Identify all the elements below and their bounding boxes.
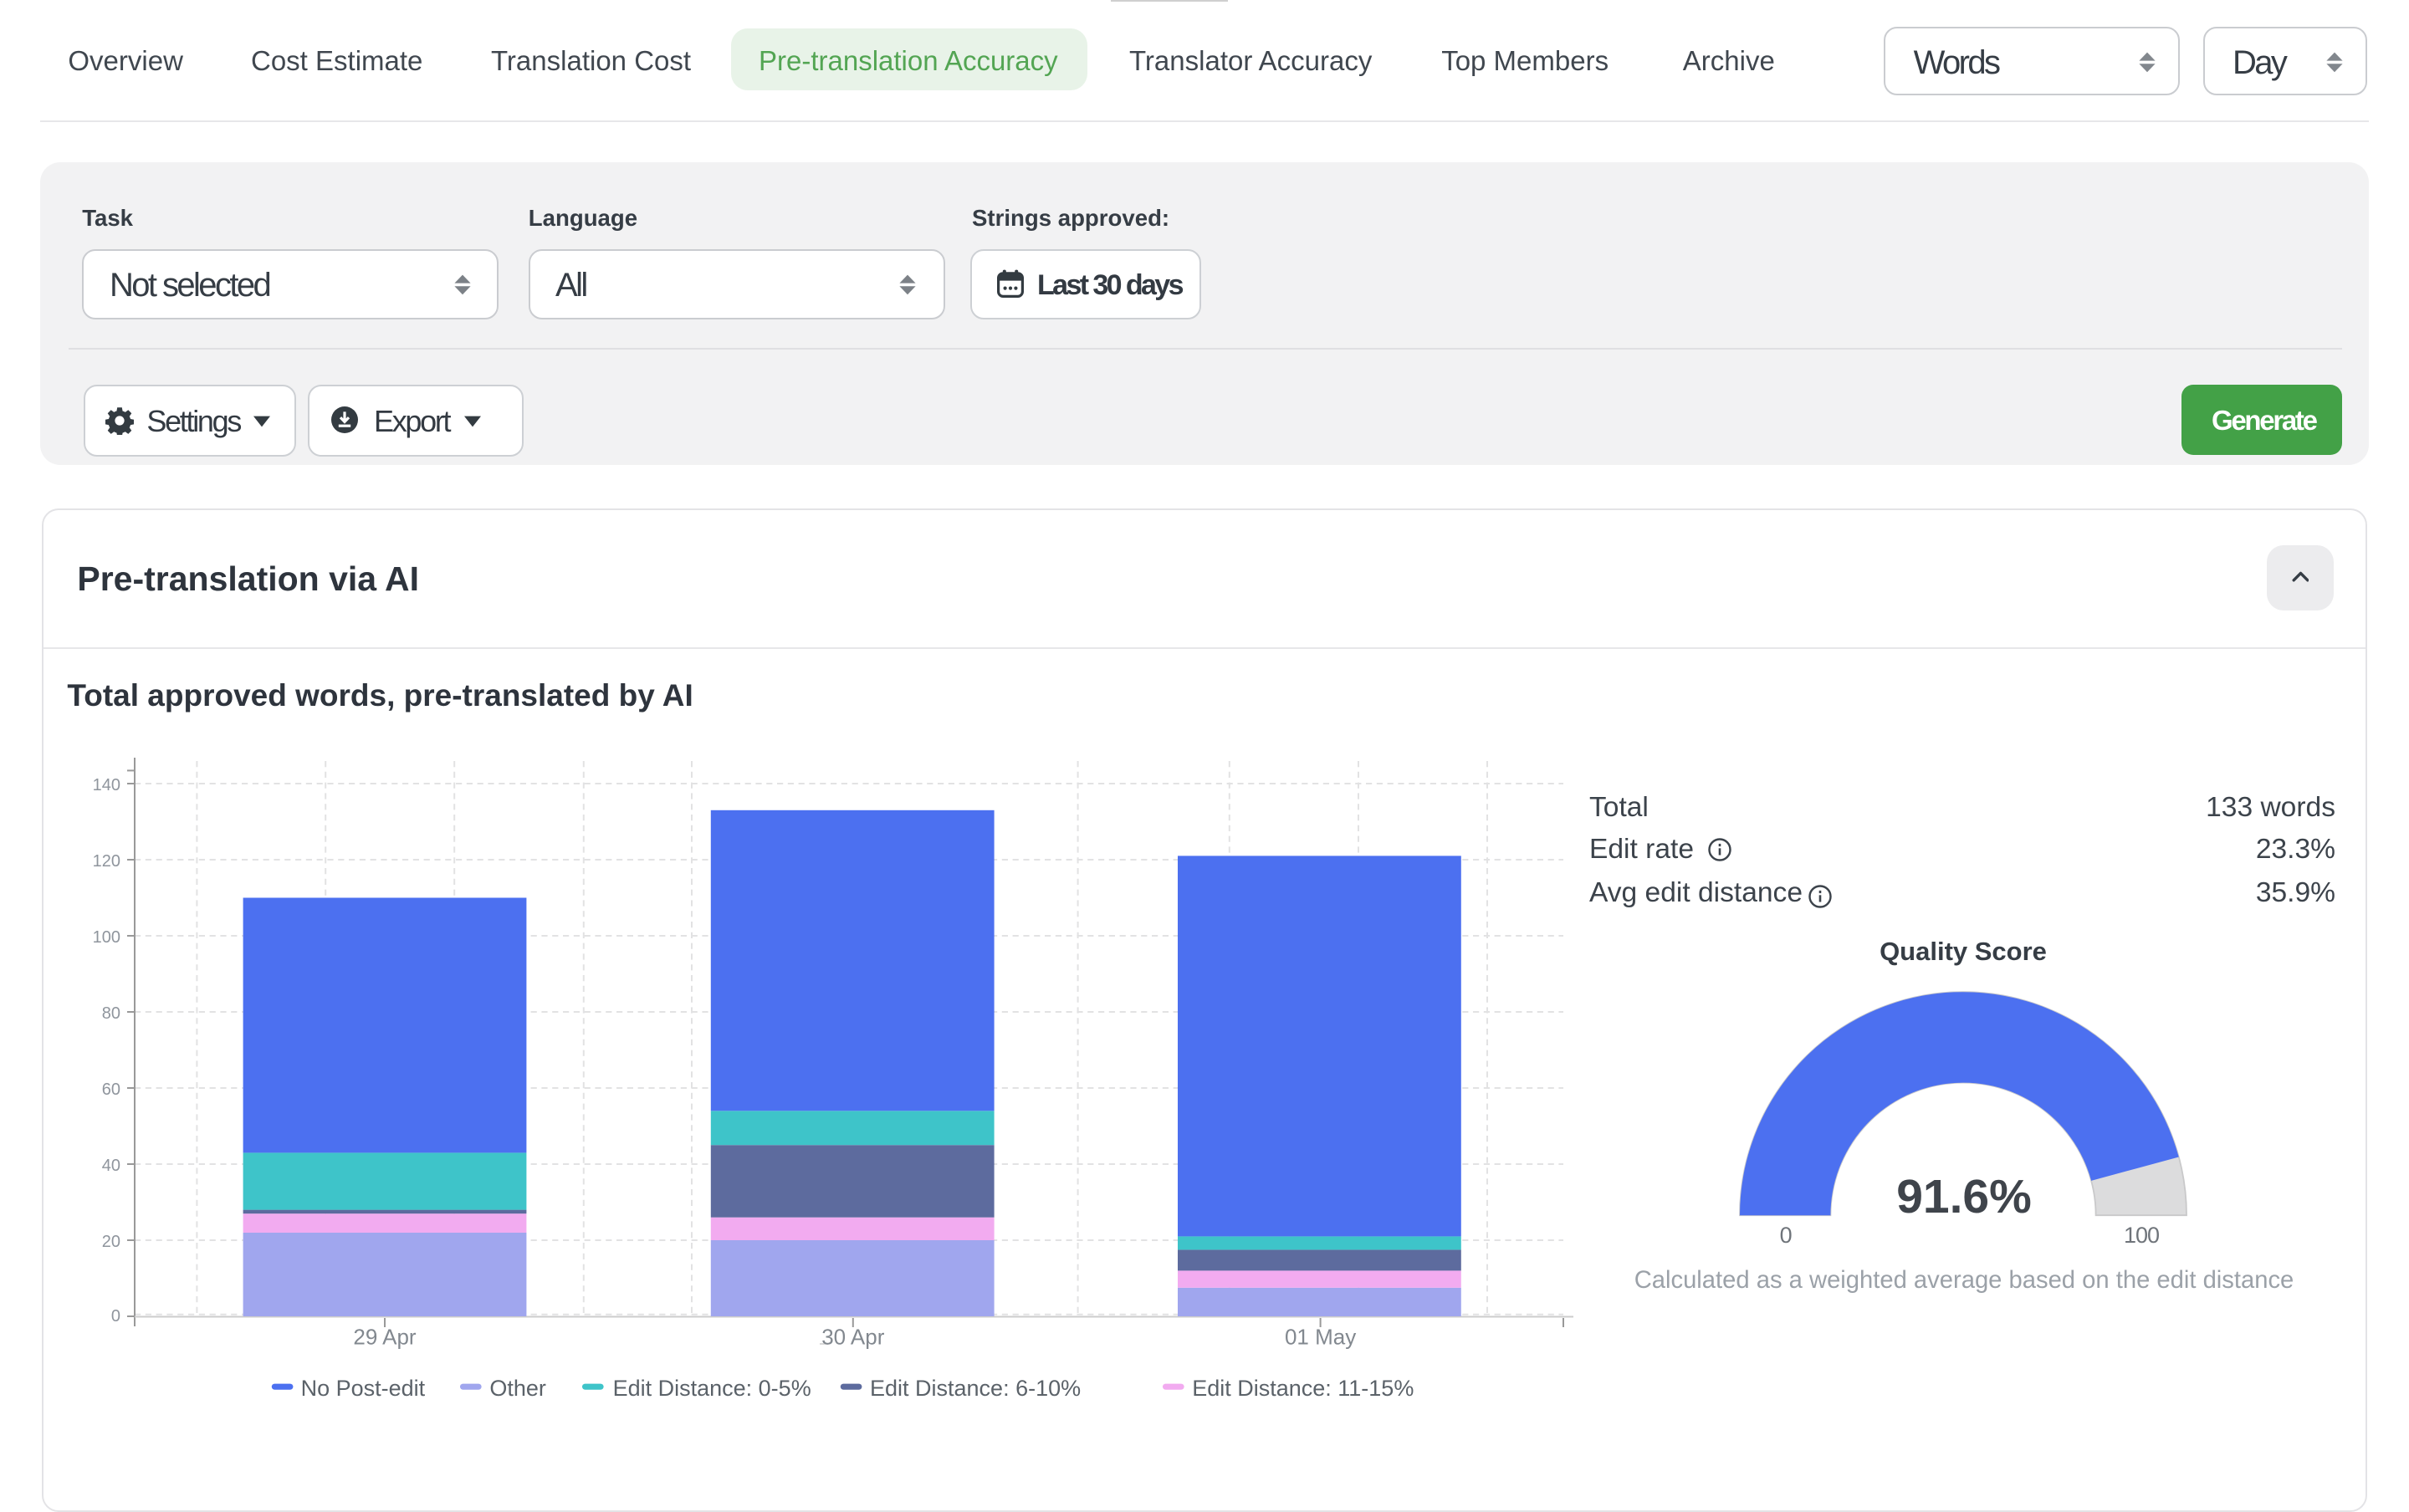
svg-text:Edit Distance: 0-5%: Edit Distance: 0-5% bbox=[613, 1376, 811, 1401]
svg-text:80: 80 bbox=[102, 1004, 120, 1023]
svg-text:60: 60 bbox=[102, 1080, 120, 1099]
svg-text:40: 40 bbox=[102, 1157, 120, 1175]
svg-text:01 May: 01 May bbox=[1285, 1324, 1356, 1349]
svg-text:140: 140 bbox=[93, 776, 120, 794]
svg-text:20: 20 bbox=[102, 1233, 120, 1251]
svg-text:30 Apr: 30 Apr bbox=[821, 1324, 885, 1349]
svg-text:Edit Distance: 6-10%: Edit Distance: 6-10% bbox=[870, 1376, 1081, 1401]
svg-text:Other: Other bbox=[489, 1376, 546, 1401]
svg-text:0: 0 bbox=[111, 1307, 120, 1326]
svg-text:120: 120 bbox=[93, 852, 120, 871]
svg-text:No Post-edit: No Post-edit bbox=[301, 1376, 426, 1401]
svg-text:Edit Distance: 11-15%: Edit Distance: 11-15% bbox=[1192, 1376, 1414, 1401]
svg-text:29 Apr: 29 Apr bbox=[353, 1324, 417, 1349]
svg-text:100: 100 bbox=[93, 928, 120, 947]
